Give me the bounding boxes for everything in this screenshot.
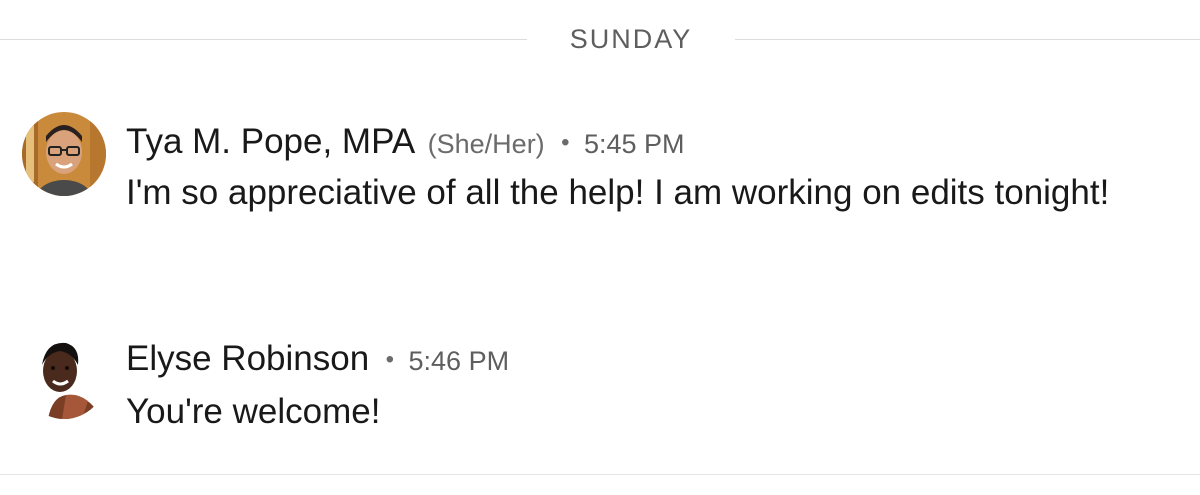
message-time: 5:45 PM xyxy=(583,129,685,159)
avatar-photo-icon xyxy=(22,112,106,196)
bottom-divider xyxy=(0,474,1200,475)
message-header: Tya M. Pope, MPA (She/Her) • 5:45 PM xyxy=(126,120,685,164)
divider-line-right xyxy=(735,39,1200,40)
separator-dot: • xyxy=(385,346,395,373)
message-time: 5:46 PM xyxy=(408,346,510,376)
sender-name[interactable]: Tya M. Pope, MPA xyxy=(126,122,415,161)
message-text: You're welcome! xyxy=(126,392,381,431)
avatar[interactable] xyxy=(22,335,106,419)
day-label: SUNDAY xyxy=(569,24,693,54)
avatar-photo-icon xyxy=(22,335,106,419)
divider-line-left xyxy=(0,39,527,40)
day-divider: SUNDAY xyxy=(0,18,1200,64)
separator-dot: • xyxy=(561,129,570,156)
sender-name[interactable]: Elyse Robinson xyxy=(126,339,369,378)
message-text: I'm so appreciative of all the help! I a… xyxy=(126,173,1110,212)
message-header: Elyse Robinson • 5:46 PM xyxy=(126,337,509,381)
sender-pronouns: (She/Her) xyxy=(427,129,545,159)
avatar[interactable] xyxy=(22,112,106,196)
